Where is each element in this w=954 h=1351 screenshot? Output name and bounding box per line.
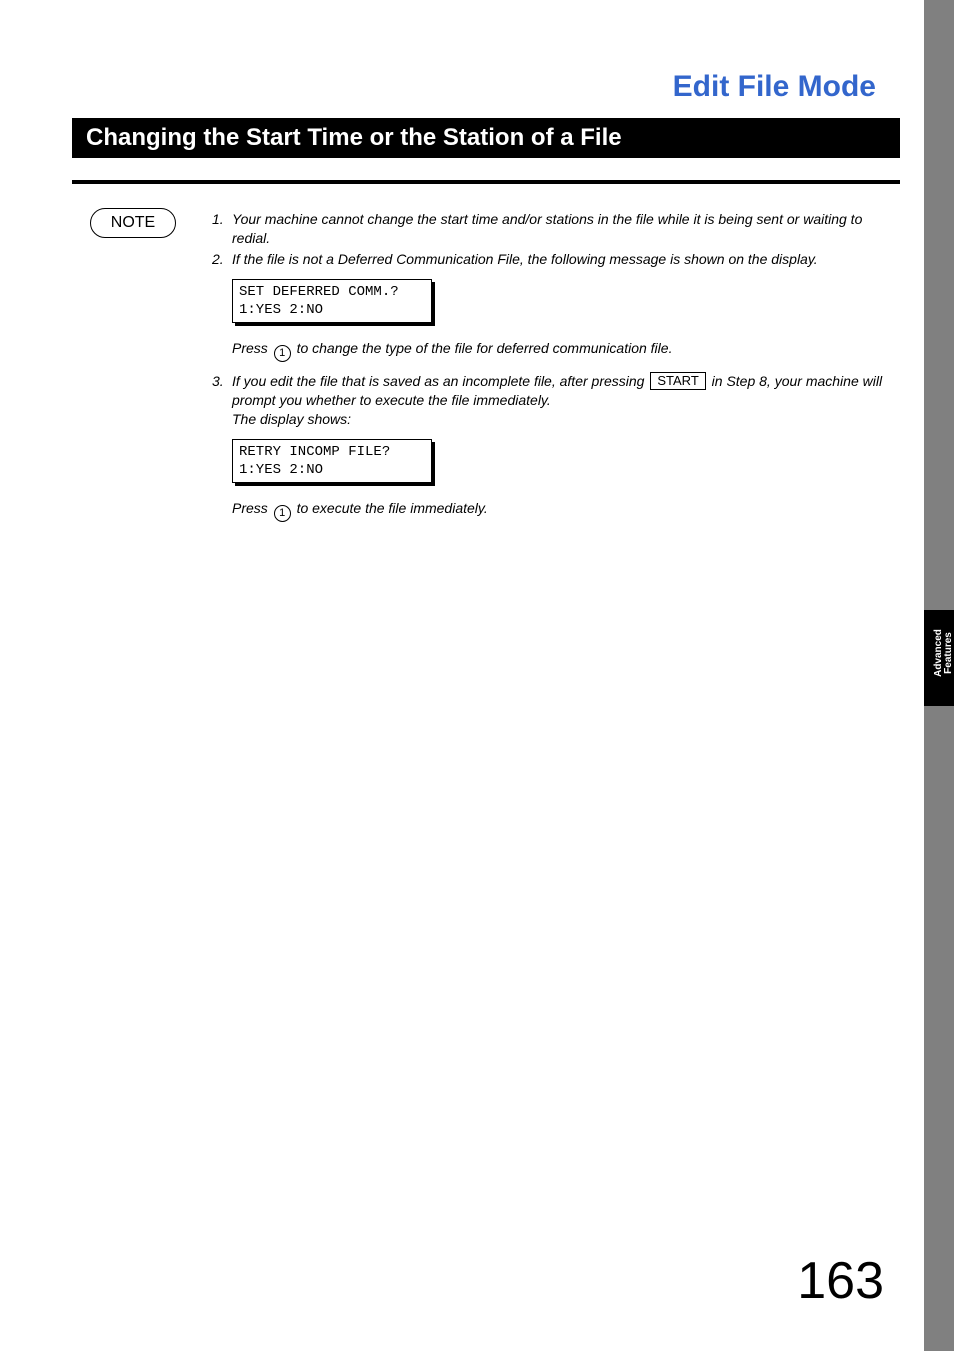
list-number: 3. — [212, 372, 232, 429]
note-text: Your machine cannot change the start tim… — [232, 210, 898, 248]
key-1-icon: 1 — [274, 345, 291, 362]
manual-page: Edit File Mode Changing the Start Time o… — [0, 0, 954, 1351]
lcd-line: SET DEFERRED COMM.? — [239, 283, 425, 301]
text-fragment: to execute the file immediately. — [293, 500, 488, 516]
chapter-title: Edit File Mode — [673, 70, 876, 104]
press-instruction-2: Press 1 to execute the file immediately. — [232, 499, 898, 522]
text-fragment: The display shows: — [232, 410, 898, 429]
lcd-display-2: RETRY INCOMP FILE? 1:YES 2:NO — [232, 439, 432, 483]
text-fragment: Press — [232, 340, 272, 356]
lcd-line: 1:YES 2:NO — [239, 301, 425, 319]
note-item-1: 1. Your machine cannot change the start … — [212, 210, 898, 248]
list-number: 2. — [212, 250, 232, 269]
text-fragment: to change the type of the file for defer… — [293, 340, 673, 356]
section-side-tab: Advanced Features — [924, 610, 954, 706]
note-label: NOTE — [90, 208, 176, 238]
note-text: If you edit the file that is saved as an… — [232, 372, 898, 429]
lcd-line: RETRY INCOMP FILE? — [239, 443, 425, 461]
key-1-icon: 1 — [274, 505, 291, 522]
note-item-2: 2. If the file is not a Deferred Communi… — [212, 250, 898, 269]
note-text: If the file is not a Deferred Communicat… — [232, 250, 898, 269]
note-body: 1. Your machine cannot change the start … — [212, 210, 898, 532]
start-key-icon: START — [650, 372, 705, 390]
press-instruction-1: Press 1 to change the type of the file f… — [232, 339, 898, 362]
list-number: 1. — [212, 210, 232, 248]
page-number: 163 — [797, 1251, 884, 1311]
horizontal-rule — [72, 180, 900, 184]
side-tab-line: Features — [943, 632, 954, 674]
lcd-display-1: SET DEFERRED COMM.? 1:YES 2:NO — [232, 279, 432, 323]
note-item-3: 3. If you edit the file that is saved as… — [212, 372, 898, 429]
section-heading: Changing the Start Time or the Station o… — [72, 118, 900, 158]
text-fragment: If you edit the file that is saved as an… — [232, 373, 648, 389]
text-fragment: Press — [232, 500, 272, 516]
side-tab-text: Advanced Features — [934, 608, 954, 698]
lcd-line: 1:YES 2:NO — [239, 461, 425, 479]
